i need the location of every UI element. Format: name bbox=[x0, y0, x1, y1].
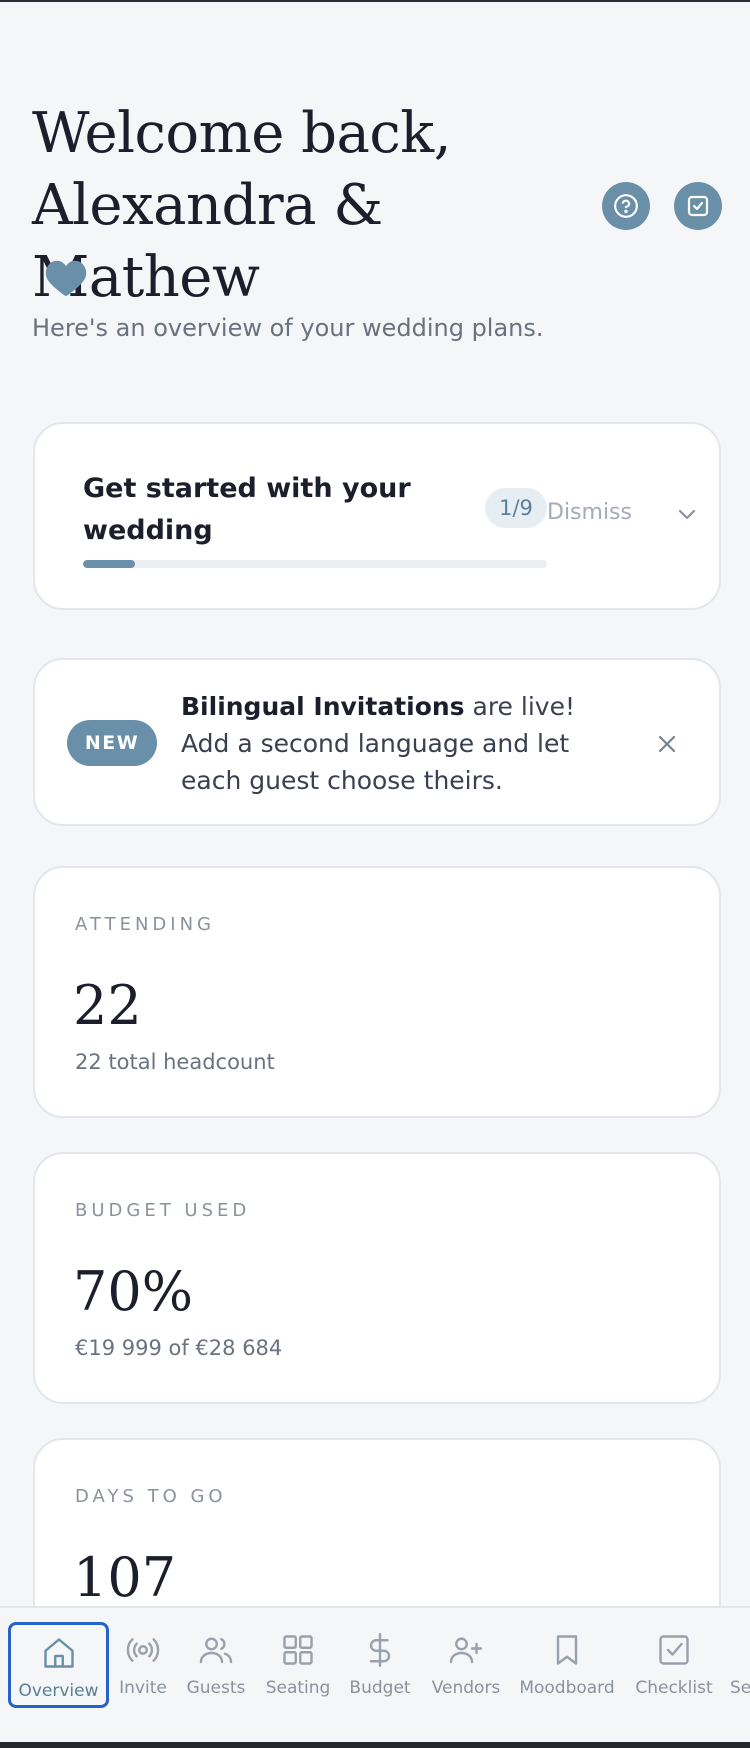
stat-value: 22 bbox=[73, 974, 142, 1037]
help-circle-icon bbox=[614, 194, 638, 218]
stat-label: BUDGET USED bbox=[75, 1200, 251, 1221]
budget-stat-card[interactable]: BUDGET USED 70% €19 999 of €28 684 bbox=[33, 1152, 721, 1404]
stat-value: 107 bbox=[73, 1546, 177, 1609]
users-icon bbox=[199, 1637, 233, 1664]
nav-label: Guests bbox=[186, 1678, 246, 1698]
nav-item-budget[interactable]: Budget bbox=[344, 1622, 416, 1708]
nav-label: Invite bbox=[119, 1678, 167, 1698]
nav-label: Overview bbox=[18, 1681, 99, 1701]
stat-subtext: €19 999 of €28 684 bbox=[75, 1336, 283, 1360]
welcome-line-1: Welcome back, bbox=[32, 101, 452, 166]
announcement-feature-name: Bilingual Invitations bbox=[181, 692, 465, 721]
nav-label: Budget bbox=[349, 1678, 411, 1698]
get-started-card[interactable]: Get started with your wedding 1/9 Dismis… bbox=[33, 422, 721, 610]
check-square-icon bbox=[687, 195, 709, 217]
home-icon bbox=[43, 1638, 74, 1668]
stat-subtext: 22 total headcount bbox=[75, 1050, 275, 1074]
nav-item-invite[interactable]: Invite bbox=[113, 1622, 173, 1708]
user-plus-icon bbox=[449, 1637, 483, 1664]
nav-item-moodboard[interactable]: Moodboard bbox=[518, 1622, 616, 1708]
dollar-icon bbox=[369, 1633, 391, 1667]
help-button[interactable] bbox=[602, 182, 650, 230]
stat-value: 70% bbox=[73, 1260, 194, 1323]
nav-label: Moodboard bbox=[519, 1678, 615, 1698]
chevron-down-icon[interactable] bbox=[675, 502, 699, 526]
announcement-text: Bilingual Invitations are live! Add a se… bbox=[181, 688, 611, 799]
overview-page: Welcome back, Alexandra & Mathew Here's … bbox=[0, 2, 750, 1748]
nav-label: Vendors bbox=[431, 1678, 501, 1698]
nav-item-guests[interactable]: Guests bbox=[180, 1622, 252, 1708]
close-icon[interactable] bbox=[655, 732, 679, 756]
nav-item-overview[interactable]: Overview bbox=[8, 1622, 109, 1708]
nav-label: Checklist bbox=[635, 1678, 713, 1698]
announcement-card: NEW Bilingual Invitations are live! Add … bbox=[33, 658, 721, 826]
system-bottom-bar bbox=[0, 1742, 750, 1748]
dismiss-button[interactable]: Dismiss bbox=[547, 500, 632, 525]
nav-label: Seating bbox=[265, 1678, 331, 1698]
bookmark-icon bbox=[556, 1635, 578, 1665]
new-badge: NEW bbox=[67, 720, 157, 766]
nav-item-seating[interactable]: Seating bbox=[262, 1622, 334, 1708]
welcome-heading: Welcome back, Alexandra & Mathew bbox=[32, 98, 592, 314]
stat-label: ATTENDING bbox=[75, 914, 216, 935]
stat-label: DAYS TO GO bbox=[75, 1486, 227, 1507]
nav-item-checklist[interactable]: Checklist bbox=[632, 1622, 716, 1708]
checklist-shortcut-button[interactable] bbox=[674, 182, 722, 230]
nav-label: Se bbox=[730, 1678, 750, 1698]
bottom-navigation: Overview Invite Guests Seating Budget Ve… bbox=[0, 1606, 750, 1742]
get-started-progress-bar bbox=[83, 560, 547, 568]
nav-item-vendors[interactable]: Vendors bbox=[428, 1622, 504, 1708]
page-subtitle: Here's an overview of your wedding plans… bbox=[32, 314, 544, 342]
progress-fill bbox=[83, 560, 135, 568]
attending-stat-card[interactable]: ATTENDING 22 22 total headcount bbox=[33, 866, 721, 1118]
check-square-icon bbox=[659, 1635, 689, 1665]
heart-icon bbox=[45, 260, 87, 297]
get-started-title: Get started with your wedding bbox=[83, 473, 411, 546]
nav-item-settings-partial[interactable]: Se bbox=[730, 1622, 750, 1708]
grid-icon bbox=[283, 1635, 313, 1665]
broadcast-icon bbox=[126, 1638, 160, 1662]
step-count-badge: 1/9 bbox=[485, 488, 547, 528]
